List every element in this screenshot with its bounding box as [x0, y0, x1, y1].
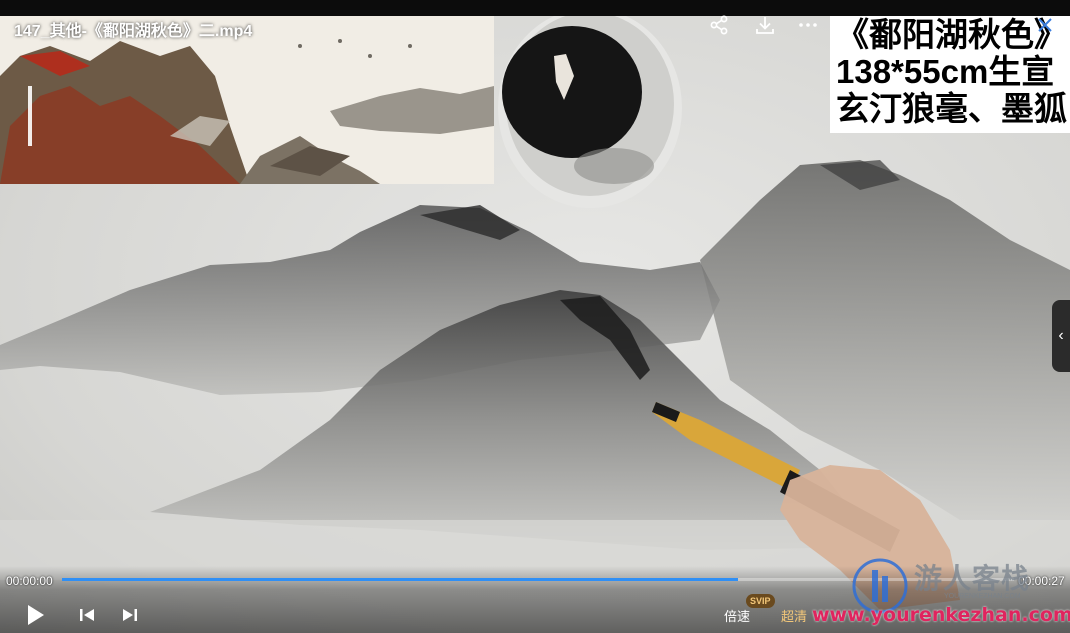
current-time: 00:00:00	[6, 574, 53, 588]
top-bar	[0, 0, 1070, 16]
watermark-name: 游人客栈	[914, 563, 1031, 594]
video-frame[interactable]: 《鄱阳湖秋色》 138*55cm生宣 玄汀狼毫、墨狐	[0, 0, 1070, 633]
caption-title: 《鄱阳湖秋色》	[836, 16, 1067, 53]
sidebar-toggle[interactable]: ‹	[1052, 300, 1070, 372]
share-icon[interactable]	[708, 14, 730, 36]
video-title: 147_其他-《鄱阳湖秋色》二.mp4	[14, 23, 253, 40]
ink-dish	[498, 16, 682, 208]
more-icon[interactable]	[797, 14, 819, 36]
quality-button[interactable]: 超清	[781, 606, 807, 625]
svip-badge: SVIP	[746, 594, 775, 608]
speed-button[interactable]: 倍速	[724, 606, 750, 625]
chevron-left-icon: ‹	[1058, 327, 1064, 344]
download-icon[interactable]	[754, 14, 776, 36]
close-icon[interactable]	[1034, 14, 1056, 36]
caption-size: 138*55cm生宣	[836, 53, 1055, 90]
previous-icon[interactable]	[78, 606, 96, 624]
progress-fill	[62, 578, 738, 581]
watermark-subtitle: YOURENKEZHAN.COM	[944, 593, 1021, 600]
reference-painting	[0, 16, 494, 184]
play-icon[interactable]	[24, 603, 46, 627]
watermark-url: www.yourenkezhan.com	[812, 604, 1070, 626]
caption-materials: 玄汀狼毫、墨狐	[836, 90, 1067, 127]
next-icon[interactable]	[121, 606, 139, 624]
